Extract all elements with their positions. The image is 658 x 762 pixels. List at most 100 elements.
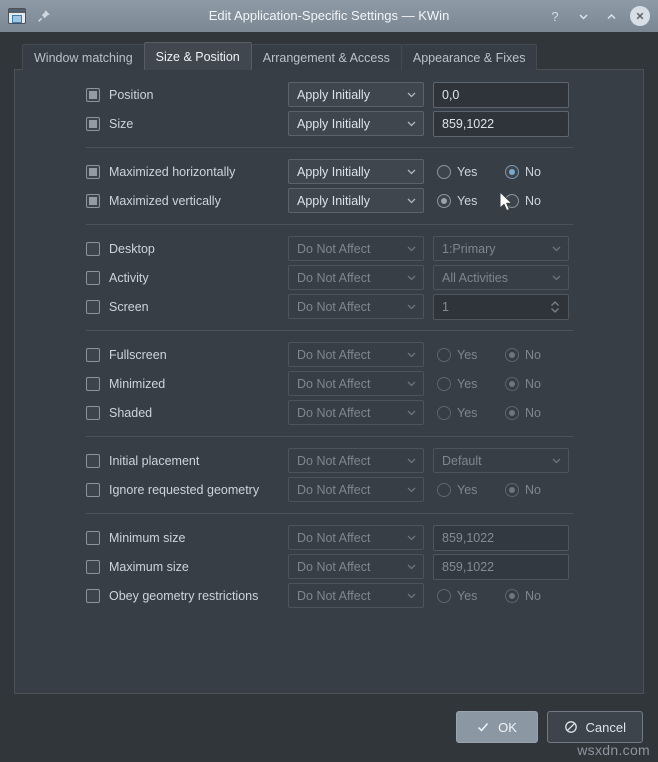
rule-combo-minimum-size[interactable]: Do Not Affect bbox=[288, 525, 424, 550]
checkbox-box-icon bbox=[86, 482, 100, 497]
radio-no[interactable]: No bbox=[505, 482, 567, 497]
cancel-button[interactable]: Cancel bbox=[546, 711, 643, 743]
checkbox-maximum-size[interactable]: Maximum size bbox=[86, 559, 288, 574]
radio-yes[interactable]: Yes bbox=[437, 376, 499, 391]
radio-yes[interactable]: Yes bbox=[437, 482, 499, 497]
tab-window-matching[interactable]: Window matching bbox=[22, 44, 145, 70]
radio-yes[interactable]: Yes bbox=[437, 588, 499, 603]
rule-combo-desktop[interactable]: Do Not Affect bbox=[288, 236, 424, 261]
checkbox-desktop[interactable]: Desktop bbox=[86, 241, 288, 256]
ok-button[interactable]: OK bbox=[455, 711, 538, 743]
separator bbox=[86, 147, 573, 148]
row-maximized-vertically: Maximized vertically Apply Initially Yes… bbox=[15, 186, 643, 215]
chevron-down-icon bbox=[405, 89, 417, 101]
radio-label: Yes bbox=[457, 347, 478, 362]
checkbox-initial-placement[interactable]: Initial placement bbox=[86, 453, 288, 468]
checkbox-box-icon bbox=[86, 241, 100, 256]
radio-no[interactable]: No bbox=[505, 193, 567, 208]
chevron-down-icon bbox=[405, 590, 417, 602]
checkbox-box-icon bbox=[86, 453, 100, 468]
radio-dot-icon bbox=[437, 376, 451, 391]
radio-no[interactable]: No bbox=[505, 405, 567, 420]
checkbox-fullscreen[interactable]: Fullscreen bbox=[86, 347, 288, 362]
radio-yes[interactable]: Yes bbox=[437, 347, 499, 362]
radio-no[interactable]: No bbox=[505, 376, 567, 391]
row-label: Minimum size bbox=[109, 530, 186, 545]
checkbox-box-icon bbox=[86, 270, 100, 285]
rule-combo-minimized[interactable]: Do Not Affect bbox=[288, 371, 424, 396]
tab-appearance-fixes[interactable]: Appearance & Fixes bbox=[400, 44, 538, 70]
radio-yes[interactable]: Yes bbox=[437, 405, 499, 420]
chevron-down-icon bbox=[405, 378, 417, 390]
row-label: Maximized horizontally bbox=[109, 164, 236, 179]
chevron-down-icon bbox=[405, 532, 417, 544]
rule-combo-size[interactable]: Apply Initially bbox=[288, 111, 424, 136]
checkbox-maximized-vertically[interactable]: Maximized vertically bbox=[86, 193, 288, 208]
checkbox-box-icon bbox=[86, 530, 100, 545]
radio-dot-icon bbox=[437, 347, 451, 362]
row-shaded: Shaded Do Not Affect Yes No bbox=[15, 398, 643, 427]
radio-yes[interactable]: Yes bbox=[437, 193, 499, 208]
checkbox-position[interactable]: Position bbox=[86, 87, 288, 102]
titlebar[interactable]: Edit Application-Specific Settings — KWi… bbox=[0, 0, 658, 32]
pin-icon[interactable] bbox=[36, 8, 52, 24]
rule-combo-screen[interactable]: Do Not Affect bbox=[288, 294, 424, 319]
radio-label: Yes bbox=[457, 193, 478, 208]
rule-combo-activity[interactable]: Do Not Affect bbox=[288, 265, 424, 290]
checkbox-minimum-size[interactable]: Minimum size bbox=[86, 530, 288, 545]
row-fullscreen: Fullscreen Do Not Affect Yes No bbox=[15, 340, 643, 369]
chevron-up-icon[interactable] bbox=[602, 7, 620, 25]
screen-number-stepper[interactable]: 1 bbox=[433, 293, 569, 320]
tab-arrangement-access[interactable]: Arrangement & Access bbox=[250, 44, 402, 70]
stepper-arrows-icon[interactable] bbox=[548, 298, 562, 316]
checkbox-shaded[interactable]: Shaded bbox=[86, 405, 288, 420]
value-combo-desktop[interactable]: 1:Primary bbox=[433, 236, 569, 261]
value-input-minimum-size[interactable]: 859,1022 bbox=[433, 524, 569, 551]
radio-yes[interactable]: Yes bbox=[437, 164, 499, 179]
row-maximum-size: Maximum size Do Not Affect 859,1022 bbox=[15, 552, 643, 581]
help-button[interactable]: ? bbox=[546, 7, 564, 25]
chevron-down-icon[interactable] bbox=[574, 7, 592, 25]
checkbox-screen[interactable]: Screen bbox=[86, 299, 288, 314]
row-label: Position bbox=[109, 87, 154, 102]
rule-combo-maximum-size[interactable]: Do Not Affect bbox=[288, 554, 424, 579]
checkbox-obey-geometry-restrictions[interactable]: Obey geometry restrictions bbox=[86, 588, 288, 603]
radio-dot-icon bbox=[505, 588, 519, 603]
radio-group-shaded: Yes No bbox=[433, 405, 569, 420]
chevron-down-icon bbox=[550, 243, 562, 255]
tab-size-position[interactable]: Size & Position bbox=[143, 42, 252, 70]
radio-no[interactable]: No bbox=[505, 347, 567, 362]
rule-combo-maximized-vertically[interactable]: Apply Initially bbox=[288, 188, 424, 213]
combo-value: Do Not Affect bbox=[297, 530, 371, 545]
value-input-maximum-size[interactable]: 859,1022 bbox=[433, 553, 569, 580]
value-combo-initial-placement[interactable]: Default bbox=[433, 448, 569, 473]
checkbox-maximized-horizontally[interactable]: Maximized horizontally bbox=[86, 164, 288, 179]
rule-combo-ignore-requested-geometry[interactable]: Do Not Affect bbox=[288, 477, 424, 502]
close-icon[interactable] bbox=[630, 6, 650, 26]
value-input-position[interactable]: 0,0 bbox=[433, 81, 569, 108]
checkbox-activity[interactable]: Activity bbox=[86, 270, 288, 285]
rule-combo-position[interactable]: Apply Initially bbox=[288, 82, 424, 107]
checkbox-size[interactable]: Size bbox=[86, 116, 288, 131]
titlebar-controls: ? bbox=[546, 6, 650, 26]
value-combo-activity[interactable]: All Activities bbox=[433, 265, 569, 290]
watermark: wsxdn.com bbox=[577, 742, 650, 758]
radio-no[interactable]: No bbox=[505, 588, 567, 603]
cancel-icon bbox=[564, 720, 578, 734]
rule-combo-maximized-horizontally[interactable]: Apply Initially bbox=[288, 159, 424, 184]
radio-label: No bbox=[525, 376, 541, 391]
rule-combo-obey-geometry-restrictions[interactable]: Do Not Affect bbox=[288, 583, 424, 608]
radio-dot-icon bbox=[437, 193, 451, 208]
radio-no[interactable]: No bbox=[505, 164, 567, 179]
checkbox-ignore-requested-geometry[interactable]: Ignore requested geometry bbox=[86, 482, 288, 497]
radio-label: Yes bbox=[457, 482, 478, 497]
radio-label: Yes bbox=[457, 164, 478, 179]
row-label: Shaded bbox=[109, 405, 153, 420]
rule-combo-shaded[interactable]: Do Not Affect bbox=[288, 400, 424, 425]
value-input-size[interactable]: 859,1022 bbox=[433, 110, 569, 137]
rule-combo-initial-placement[interactable]: Do Not Affect bbox=[288, 448, 424, 473]
ok-button-label: OK bbox=[498, 719, 517, 735]
checkbox-minimized[interactable]: Minimized bbox=[86, 376, 288, 391]
rule-combo-fullscreen[interactable]: Do Not Affect bbox=[288, 342, 424, 367]
radio-group-maximized-horizontally: Yes No bbox=[433, 164, 569, 179]
